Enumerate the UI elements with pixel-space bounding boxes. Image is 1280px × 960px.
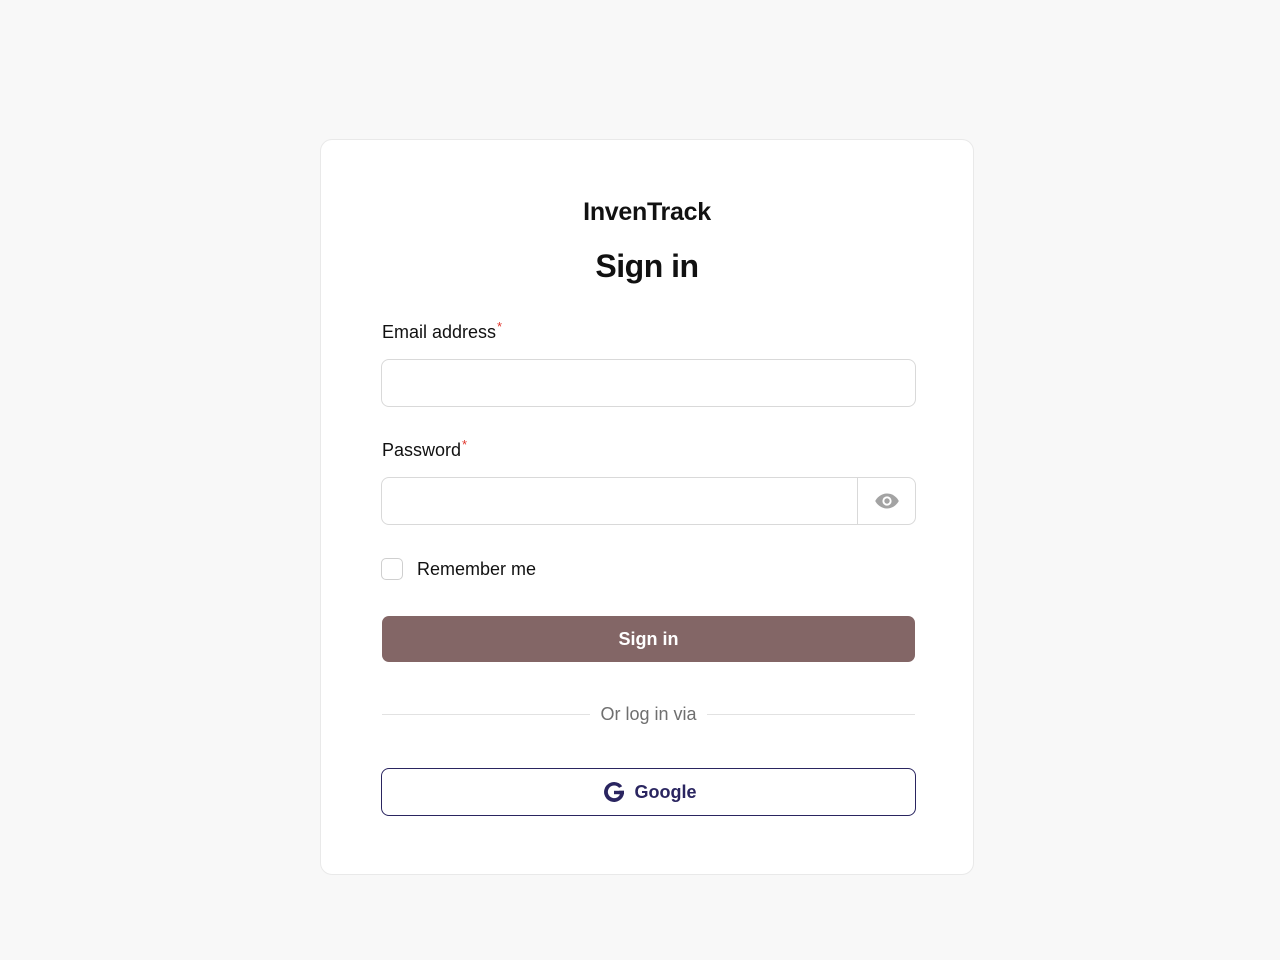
password-label: Password* (382, 437, 468, 461)
divider: Or log in via (382, 704, 916, 725)
password-field-group (381, 477, 916, 525)
required-marker: * (497, 319, 503, 334)
google-icon (603, 781, 624, 802)
password-label-text: Password (382, 440, 462, 460)
email-label-text: Email address (382, 322, 497, 342)
password-field[interactable] (382, 478, 857, 524)
required-marker: * (462, 437, 468, 452)
remember-me-label[interactable]: Remember me (417, 559, 536, 580)
page-title: Sign in (595, 248, 699, 284)
eye-icon (874, 493, 899, 509)
brand-name: InvenTrack (583, 198, 711, 226)
sign-in-card: InvenTrack Sign in Email address* Passwo… (320, 139, 974, 875)
remember-me-row: Remember me (381, 558, 536, 580)
email-label: Email address* (382, 319, 503, 343)
sign-in-button[interactable]: Sign in (382, 616, 915, 662)
divider-line (706, 714, 916, 715)
email-field[interactable] (381, 359, 916, 407)
google-login-button[interactable]: Google (381, 768, 916, 816)
remember-me-checkbox[interactable] (381, 558, 403, 580)
divider-text: Or log in via (600, 704, 697, 724)
divider-line (382, 714, 591, 715)
toggle-password-visibility-button[interactable] (857, 478, 915, 524)
google-label: Google (634, 781, 697, 802)
